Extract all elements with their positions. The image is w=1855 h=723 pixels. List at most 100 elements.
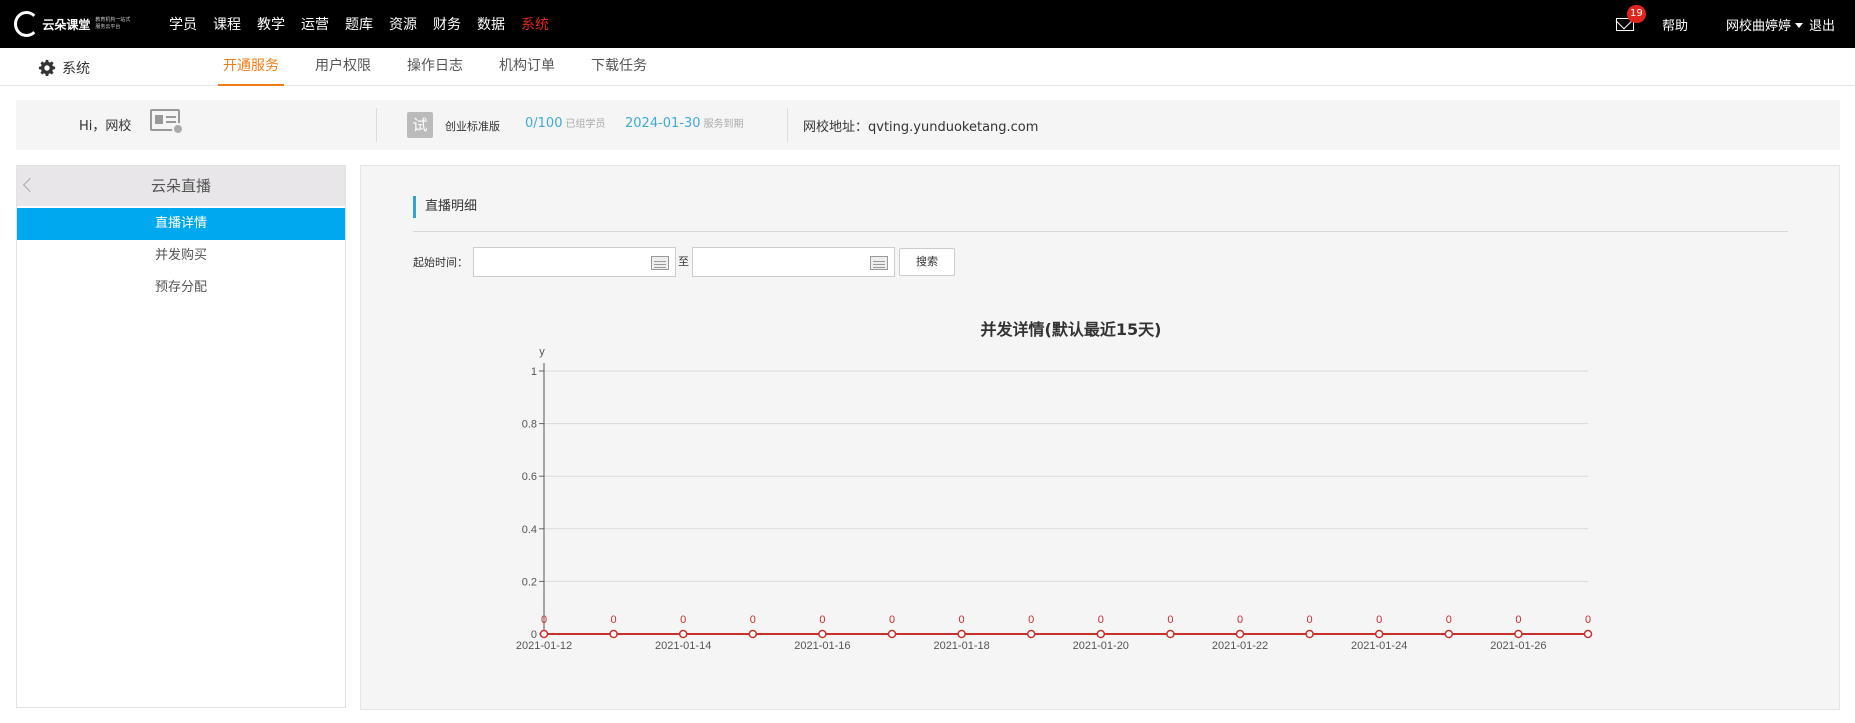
topnav-item[interactable]: 系统 — [521, 14, 549, 34]
id-card-line — [166, 116, 176, 118]
divider — [376, 108, 377, 142]
concurrency-line-chart: 0 0.2 0.4 0.6 0.8 1y 2021-01-12 2021-01-14 2021-… — [516, 346, 1593, 652]
sidebar-title: 云朵直播 — [150, 177, 211, 195]
trial-badge: 试 — [407, 112, 433, 138]
expire-date: 2024-01-30 — [625, 116, 701, 131]
x-tick-label: 2021-01-22 — [1212, 640, 1268, 652]
school-url[interactable]: qvting.yunduoketang.com — [868, 120, 1038, 135]
help-link[interactable]: 帮助 — [1662, 15, 1688, 34]
data-label: 0 — [611, 614, 617, 626]
subnav-tab[interactable]: 机构订单 — [494, 48, 560, 86]
topnav-item[interactable]: 财务 — [433, 14, 461, 34]
cloud-logo-icon — [14, 11, 40, 37]
logo-subtitle: 教育机构一站式服务云平台 — [95, 17, 131, 30]
top-right-actions: 19 帮助 网校曲婷婷 退出 — [1615, 0, 1835, 48]
y-tick-label: 0.8 — [522, 419, 537, 431]
data-label: 0 — [1028, 614, 1034, 626]
sub-navbar: 系统 开通服务 用户权限 操作日志 机构订单 下载任务 — [0, 48, 1855, 86]
data-label: 0 — [1307, 614, 1313, 626]
data-label: 0 — [959, 614, 965, 626]
sidebar-item[interactable]: 并发购买 — [17, 240, 345, 272]
caret-down-icon — [1794, 22, 1803, 28]
subnav-tab[interactable]: 开通服务 — [218, 48, 284, 86]
data-label: 0 — [1515, 614, 1521, 626]
x-tick-label: 2021-01-16 — [794, 640, 850, 652]
subnav-tab[interactable]: 操作日志 — [402, 48, 468, 86]
sidebar-menu: 直播详情 并发购买 预存分配 — [17, 208, 345, 304]
account-info-strip: Hi，网校 试 创业标准版 0/100 已组学员 2024-01-30 服务到期 网… — [16, 100, 1840, 150]
data-point — [1235, 629, 1245, 639]
plan-name: 创业标准版 — [445, 120, 500, 133]
subnav-tab[interactable]: 下载任务 — [586, 48, 652, 86]
y-tick-label: 1 — [531, 366, 537, 378]
service-expiry: 2024-01-30 服务到期 — [625, 115, 744, 131]
x-tick-label: 2021-01-20 — [1073, 640, 1129, 652]
expire-label: 服务到期 — [703, 119, 744, 130]
topnav-item[interactable]: 数据 — [477, 14, 505, 34]
data-point — [957, 629, 966, 639]
data-point — [1026, 629, 1036, 639]
data-point — [1096, 629, 1106, 639]
sub-tabs: 开通服务 用户权限 操作日志 机构订单 下载任务 — [218, 48, 678, 86]
school-address: 网校地址：qvting.yunduoketang.com — [803, 116, 1038, 135]
data-point — [539, 629, 549, 639]
data-label: 0 — [680, 614, 686, 626]
y-tick-label: 0.4 — [522, 524, 537, 536]
verified-icon — [172, 123, 184, 135]
sidebar-item[interactable]: 预存分配 — [17, 272, 345, 304]
logo[interactable]: 云朵课堂 教育机构一站式服务云平台 — [14, 10, 134, 38]
data-point — [1305, 629, 1314, 639]
y-axis-label: y — [539, 346, 545, 358]
data-label: 0 — [1237, 614, 1243, 626]
chevron-left-icon[interactable] — [22, 177, 38, 193]
id-card-icon[interactable] — [150, 109, 184, 135]
topnav-item[interactable]: 教学 — [257, 14, 285, 34]
id-card-face — [155, 115, 163, 124]
user-menu[interactable]: 网校曲婷婷 退出 — [1726, 15, 1835, 34]
data-label: 0 — [1446, 614, 1452, 626]
quota-value: 0/100 — [525, 116, 563, 131]
x-tick-label: 2021-01-14 — [655, 640, 711, 652]
y-tick-label: 0.6 — [522, 471, 537, 483]
logout-link[interactable]: 退出 — [1809, 19, 1835, 34]
data-point — [1374, 629, 1384, 639]
topnav-item[interactable]: 运营 — [301, 14, 329, 34]
topnav-item[interactable]: 题库 — [345, 14, 373, 34]
section-label: 系统 — [62, 61, 90, 77]
x-tick-label: 2021-01-18 — [933, 640, 989, 652]
main-panel: 直播明细 起始时间： 至 搜索 并发详情(默认最近15天) 0 0.2 0.4 0.6… — [360, 165, 1840, 710]
quota-label: 已组学员 — [565, 119, 606, 130]
user-name: 网校曲婷婷 — [1725, 18, 1791, 34]
x-tick-label: 2021-01-26 — [1490, 640, 1546, 652]
y-tick-label: 0.2 — [522, 576, 537, 588]
section-title: 系统 — [38, 58, 90, 78]
school-label: 网校地址： — [803, 120, 869, 135]
mail-icon[interactable]: 19 — [1615, 4, 1646, 31]
data-label: 0 — [889, 614, 895, 626]
data-label: 0 — [1167, 614, 1173, 626]
topnav-item[interactable]: 资源 — [389, 14, 417, 34]
x-tick-label: 2021-01-24 — [1351, 640, 1407, 652]
student-quota: 0/100 已组学员 — [525, 115, 605, 131]
data-label: 0 — [1098, 614, 1104, 626]
data-point — [818, 629, 827, 639]
data-point — [1444, 629, 1454, 639]
topnav-item[interactable]: 课程 — [213, 14, 241, 34]
topnav-item[interactable]: 学员 — [169, 14, 197, 34]
gear-icon — [38, 59, 56, 77]
mail-count-badge: 19 — [1626, 4, 1646, 23]
data-point — [609, 629, 618, 639]
top-navbar: 云朵课堂 教育机构一站式服务云平台 学员 课程 教学 运营 题库 资源 财务 数据 系统 19 … — [0, 0, 1855, 48]
greeting: Hi，网校 — [79, 119, 132, 134]
data-point — [678, 629, 688, 639]
data-point — [1583, 629, 1593, 639]
sidebar-header: 云朵直播 — [17, 166, 345, 206]
main-menu: 学员 课程 教学 运营 题库 资源 财务 数据 系统 — [169, 0, 565, 48]
x-tick-label: 2021-01-12 — [516, 640, 572, 652]
data-label: 0 — [1585, 614, 1591, 626]
subnav-tab[interactable]: 用户权限 — [310, 48, 376, 86]
data-label: 0 — [819, 614, 825, 626]
divider — [787, 108, 788, 142]
data-point — [887, 629, 897, 639]
sidebar-item[interactable]: 直播详情 — [17, 208, 345, 240]
